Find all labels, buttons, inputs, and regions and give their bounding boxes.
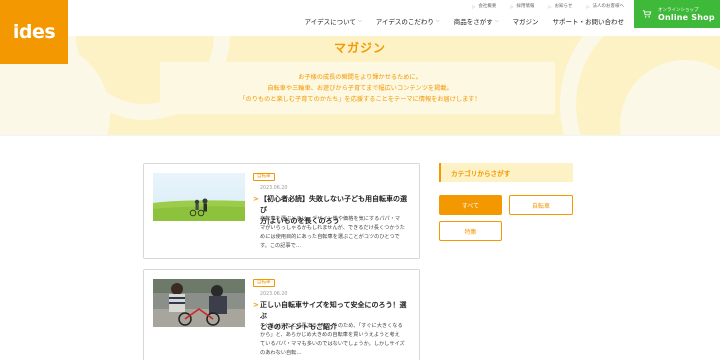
excerpt-line: ているパパ・ママも多いのではないでしょうか。しかしサイズ [260, 341, 405, 347]
cart-icon [642, 10, 652, 18]
category-button-all[interactable]: すべて [439, 195, 502, 215]
util-link-news[interactable]: ▷ お知らせ [548, 3, 573, 10]
category-heading-label: カテゴリからさがす [451, 170, 511, 178]
site-header: ▷ 会社概要 ▷ 採用情報 ▷ お知らせ ▷ 法人のお客様へ アイデスについて ⌵ アイデ… [0, 0, 720, 36]
article-excerpt: 自転車を選ぶときは、デザイン性や価格を気にするパパ・マ マがいらっしゃるかもしれ… [260, 215, 413, 251]
shop-main-label: Online Shop [658, 12, 715, 22]
nav-label: サポート・お問い合わせ [552, 18, 625, 26]
util-link-business[interactable]: ▷ 法人のお客様へ [586, 3, 625, 10]
article-card[interactable]: 自転車 2023.06.20 > 正しい自転車サイズを知って安全にのろう！選ぶ … [143, 269, 420, 360]
nav-item-magazine[interactable]: マガジン [513, 16, 539, 26]
chevron-down-icon: ⌵ [435, 18, 440, 24]
arrow-right-icon: > [253, 195, 259, 203]
article-card[interactable]: 自転車 2023.06.20 > 【初心者必読】失敗しない子ども用自転車の選び … [143, 163, 420, 259]
article-title-line: 【初心者必読】失敗しない子ども用自転車の選び [260, 195, 407, 214]
chevron-right-icon: ▷ [510, 3, 514, 9]
chevron-right-icon: ▷ [472, 3, 476, 9]
nav-label: アイデスについて [304, 18, 356, 26]
nav-item-about[interactable]: アイデスについて ⌵ [304, 16, 361, 26]
util-link-label: 採用情報 [516, 4, 535, 9]
util-link-company[interactable]: ▷ 会社概要 [472, 3, 497, 10]
category-button-bicycle[interactable]: 自転車 [509, 195, 573, 215]
excerpt-line: から」と、あらかじめ大きめの自転車を買いうえようと考え [260, 332, 400, 338]
nav-label: アイデスのこだわり [375, 18, 434, 26]
bicycle-photo [153, 173, 245, 221]
excerpt-line: 自転車を選ぶときは、デザイン性や価格を気にするパパ・マ [260, 216, 401, 222]
util-link-label: 法人のお客様へ [592, 4, 625, 9]
nav-label: 商品をさがす [453, 18, 493, 26]
excerpt-line: す。この記事で… [260, 243, 301, 249]
category-heading: カテゴリからさがす [439, 163, 573, 182]
nav-item-products[interactable]: 商品をさがす ⌵ [454, 16, 499, 26]
util-link-recruit[interactable]: ▷ 採用情報 [510, 3, 535, 10]
main-nav: アイデスについて ⌵ アイデスのこだわり ⌵ 商品をさがす ⌵ マガジン サポート・お… [304, 16, 624, 26]
logo-text: ides [12, 21, 56, 43]
chevron-right-icon: ▷ [548, 3, 552, 9]
utility-links: ▷ 会社概要 ▷ 採用情報 ▷ お知らせ ▷ 法人のお客様へ [472, 3, 625, 10]
excerpt-line: マがいらっしゃるかもしれませんが、できるだけ長くつかうた [260, 225, 405, 231]
article-thumbnail [153, 279, 245, 327]
excerpt-line: めには使用目的にあった自転車を選ぶことがコツのひとつで [260, 234, 400, 240]
category-tag[interactable]: 自転車 [253, 173, 275, 181]
intro-line: 「のりものと楽しむ子育てのかたち」を応援することをテーマに情報をお届けします！ [239, 96, 481, 103]
article-date: 2023.06.20 [260, 186, 288, 191]
nav-item-commitment[interactable]: アイデスのこだわり ⌵ [376, 16, 440, 26]
article-thumbnail [153, 173, 245, 221]
util-link-label: 会社概要 [478, 4, 497, 9]
excerpt-line: 子どもはすぐに成長するもの。そのため、「すぐに大きくなる [260, 323, 403, 329]
category-button-feature[interactable]: 特集 [439, 221, 502, 241]
intro-line: お子様の成長の瞬間をより輝かせるために。 [298, 74, 422, 81]
article-title-line: 正しい自転車サイズを知って安全にのろう！選ぶ [260, 301, 407, 320]
page-title: マガジン [333, 41, 386, 55]
arrow-right-icon: > [253, 301, 259, 309]
excerpt-line: のあわない自転… [260, 350, 302, 356]
online-shop-button[interactable]: オンラインショップ Online Shop [634, 0, 720, 28]
nav-item-support[interactable]: サポート・お問い合わせ [553, 16, 625, 26]
article-excerpt: 子どもはすぐに成長するもの。そのため、「すぐに大きくなる から」と、あらかじめ大… [260, 322, 413, 358]
article-date: 2023.06.20 [260, 292, 288, 297]
chevron-right-icon: ▷ [586, 3, 590, 9]
category-tag[interactable]: 自転車 [253, 279, 275, 287]
intro-line: 自転車や三輪車、お遊びから子育てまで幅広いコンテンツを掲載。 [267, 85, 453, 92]
util-link-label: お知らせ [554, 4, 573, 9]
site-logo[interactable]: ides [0, 0, 68, 64]
nav-label: マガジン [512, 18, 539, 26]
divider [0, 135, 720, 136]
chevron-down-icon: ⌵ [494, 18, 499, 24]
kids-bicycle-photo [153, 279, 245, 327]
chevron-down-icon: ⌵ [357, 18, 362, 24]
